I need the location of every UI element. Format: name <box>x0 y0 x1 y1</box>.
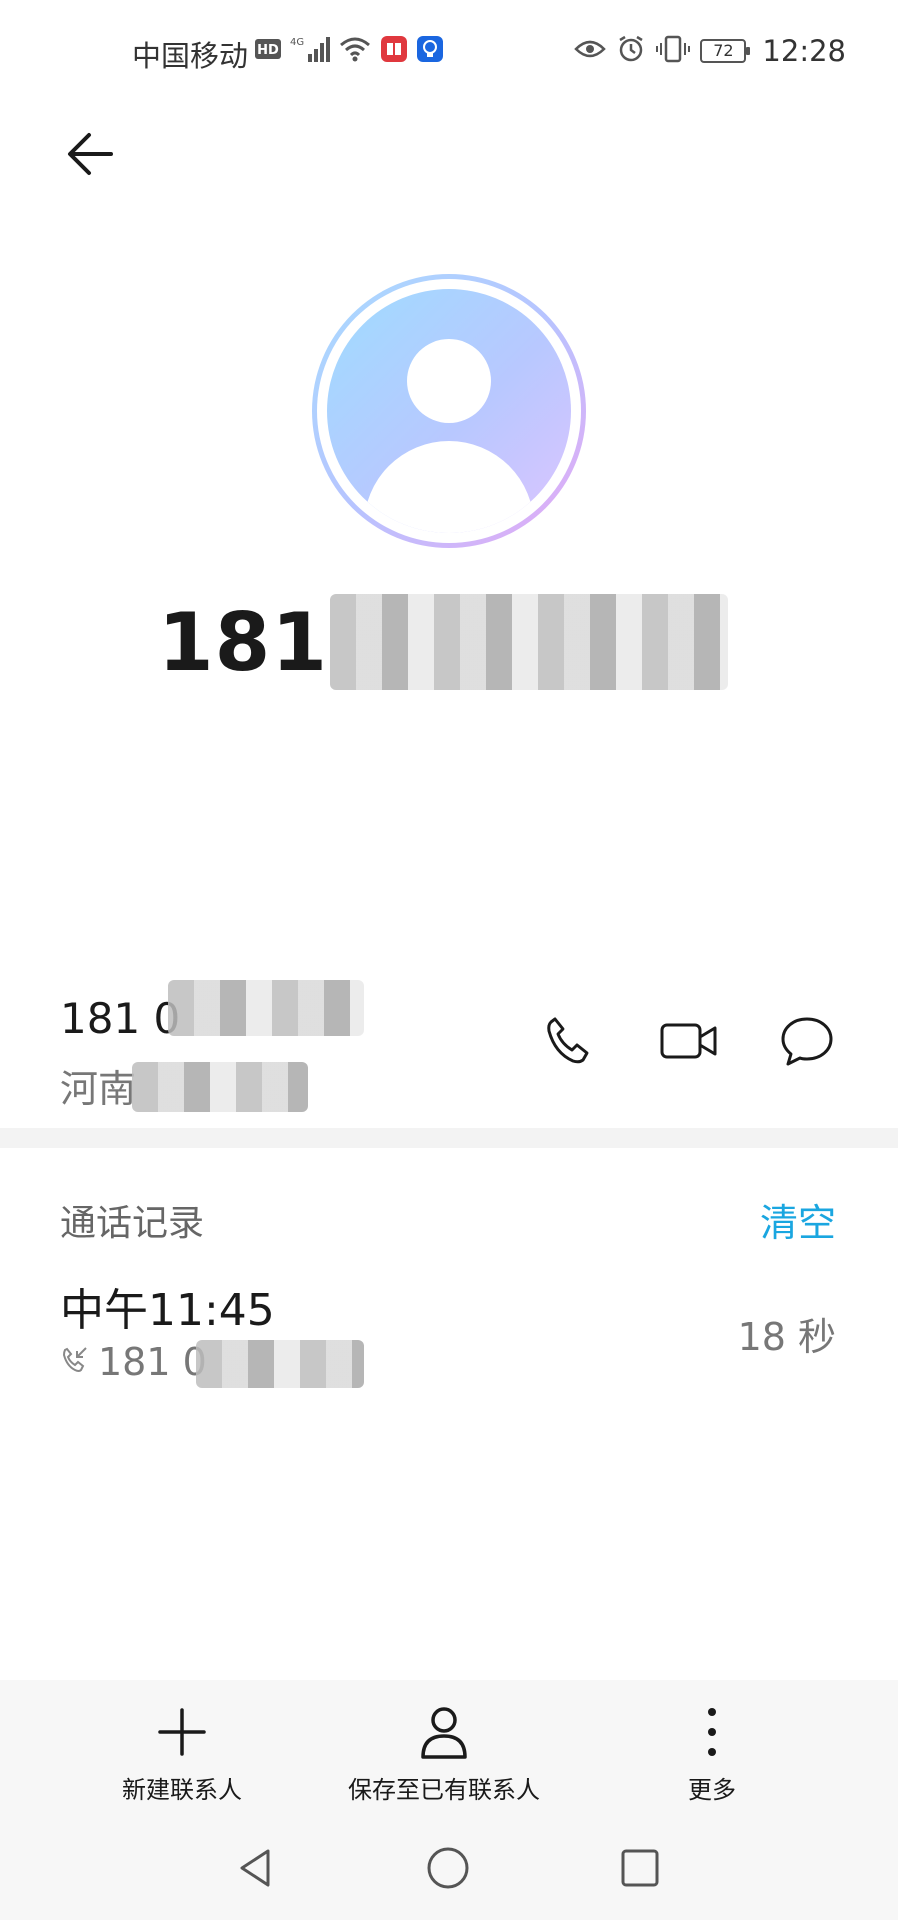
plus-icon <box>150 1700 214 1764</box>
vibrate-icon <box>656 35 691 67</box>
section-divider <box>0 1128 898 1148</box>
triangle-back-icon <box>234 1846 278 1894</box>
redacted-block <box>196 1340 364 1388</box>
call-entry-detail: 181 0 <box>60 1340 207 1384</box>
more-button[interactable]: 更多 <box>680 1700 744 1805</box>
call-entry-time: 中午11:45 <box>60 1285 275 1336</box>
circle-home-icon <box>425 1845 471 1895</box>
svg-text:4G: 4G <box>290 37 304 48</box>
call-entry-duration: 18 秒 <box>737 1315 836 1359</box>
redacted-block <box>330 594 728 690</box>
person-outline-icon <box>412 1700 476 1764</box>
new-contact-label: 新建联系人 <box>122 1776 242 1804</box>
save-to-existing-label: 保存至已有联系人 <box>348 1776 540 1804</box>
save-to-existing-contact-button[interactable]: 保存至已有联系人 <box>348 1700 540 1805</box>
more-label: 更多 <box>688 1776 736 1804</box>
call-entry-number: 181 0 <box>98 1340 207 1384</box>
more-vertical-icon <box>680 1700 744 1764</box>
nav-back-button[interactable] <box>228 1842 284 1898</box>
call-button[interactable] <box>534 1008 604 1078</box>
signal-4g-icon: 4G <box>290 34 330 68</box>
video-call-button[interactable] <box>654 1008 724 1078</box>
alarm-icon <box>616 34 646 68</box>
nav-home-button[interactable] <box>420 1842 476 1898</box>
message-icon <box>779 1013 835 1073</box>
status-icons-left: HD 4G <box>254 34 444 68</box>
bulb-app-icon <box>416 35 444 67</box>
wifi-icon <box>338 35 372 67</box>
hd-icon: HD <box>254 37 282 65</box>
person-icon <box>327 289 571 533</box>
phone-number: 181 0 <box>60 994 181 1043</box>
new-contact-button[interactable]: 新建联系人 <box>122 1700 242 1805</box>
square-recents-icon <box>620 1848 660 1892</box>
battery-icon: 72 <box>700 39 751 63</box>
incoming-call-icon <box>60 1346 88 1378</box>
contact-avatar <box>312 274 586 548</box>
message-button[interactable] <box>772 1008 842 1078</box>
phone-icon <box>541 1013 597 1073</box>
call-log-title: 通话记录 <box>60 1203 205 1244</box>
carrier-name: 中国移动 <box>132 39 249 73</box>
eye-icon <box>574 37 607 65</box>
nav-recents-button[interactable] <box>612 1842 668 1898</box>
back-arrow-icon <box>65 131 115 181</box>
back-button[interactable] <box>58 124 122 188</box>
status-bar: 中国移动 HD 4G 72 12:28 <box>0 0 898 100</box>
phone-region: 河南 <box>60 1067 137 1111</box>
clear-call-log-button[interactable]: 清空 <box>760 1192 836 1247</box>
clock: 12:28 <box>762 34 846 68</box>
contact-title: 181 <box>158 596 328 689</box>
redacted-block <box>168 980 364 1036</box>
video-call-icon <box>659 1019 719 1067</box>
status-icons-right: 72 12:28 <box>574 34 846 68</box>
redacted-block <box>132 1062 308 1112</box>
svg-text:HD: HD <box>257 43 279 58</box>
book-app-icon <box>380 35 408 67</box>
